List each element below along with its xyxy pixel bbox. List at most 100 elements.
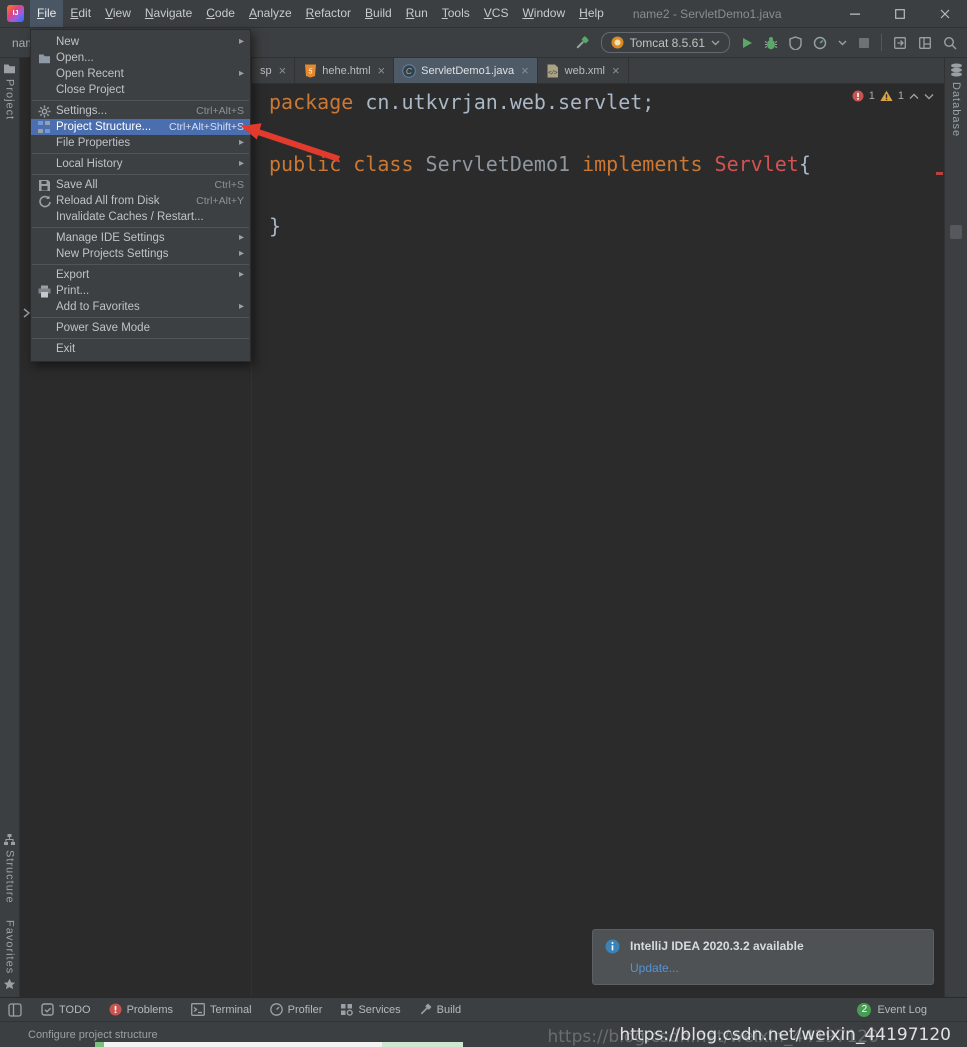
code-line bbox=[269, 118, 944, 149]
notification-update-link[interactable]: Update... bbox=[630, 961, 804, 975]
profiler-button[interactable] bbox=[813, 36, 827, 50]
close-tab-icon[interactable] bbox=[521, 64, 529, 78]
menubar-item[interactable]: Build bbox=[358, 0, 399, 27]
menu-item[interactable]: Power Save Mode bbox=[31, 320, 250, 336]
right-tool-stripe: Database bbox=[944, 58, 967, 997]
folder-icon bbox=[36, 51, 52, 65]
editor-tab[interactable]: C ServletDemo1.java bbox=[394, 58, 538, 83]
menubar-item[interactable]: Tools bbox=[435, 0, 477, 27]
menu-item[interactable]: Settings... Ctrl+Alt+S bbox=[31, 103, 250, 119]
menubar-item[interactable]: Code bbox=[199, 0, 242, 27]
menu-item[interactable]: New bbox=[31, 34, 250, 50]
svg-text:</>: </> bbox=[548, 69, 558, 76]
inspections-widget[interactable]: 1 1 bbox=[852, 90, 934, 102]
editor-tab[interactable]: sp bbox=[252, 58, 295, 83]
editor-tab[interactable]: 5 hehe.html bbox=[295, 58, 394, 83]
tool-stripe-structure[interactable]: Structure bbox=[3, 833, 16, 904]
menu-item[interactable]: Reload All from Disk Ctrl+Alt+Y bbox=[31, 193, 250, 209]
submenu-arrow-icon bbox=[234, 233, 244, 243]
menubar-item[interactable]: VCS bbox=[477, 0, 516, 27]
toolwindow-switcher-icon[interactable] bbox=[8, 1003, 22, 1017]
stop-button[interactable] bbox=[858, 37, 870, 49]
menubar-item[interactable]: File bbox=[30, 0, 63, 27]
statusbar-button[interactable]: Terminal bbox=[182, 998, 261, 1021]
refresh-icon bbox=[36, 194, 52, 208]
submenu-arrow-icon bbox=[234, 159, 244, 169]
warning-count: 1 bbox=[898, 90, 904, 102]
debug-button[interactable] bbox=[764, 36, 778, 50]
menu-item[interactable]: New Projects Settings bbox=[31, 246, 250, 262]
submenu-arrow-icon bbox=[234, 249, 244, 259]
problems-icon bbox=[109, 1003, 122, 1016]
code-line: public class ServletDemo1 implements Ser… bbox=[269, 149, 944, 180]
menubar-item[interactable]: Analyze bbox=[242, 0, 299, 27]
menubar-item[interactable]: Refactor bbox=[299, 0, 358, 27]
menu-item[interactable]: Add to Favorites bbox=[31, 299, 250, 315]
menu-item[interactable]: Project Structure... Ctrl+Alt+Shift+S bbox=[31, 119, 250, 135]
close-button[interactable] bbox=[922, 0, 967, 27]
save-icon bbox=[36, 178, 52, 192]
event-log-button[interactable]: 2 Event Log bbox=[857, 1003, 927, 1017]
editor-column: sp 5 hehe.html C ServletDemo1.java </> bbox=[252, 58, 944, 997]
menu-item[interactable]: Print... bbox=[31, 283, 250, 299]
search-icon[interactable] bbox=[943, 36, 957, 50]
menu-item[interactable]: Close Project bbox=[31, 82, 250, 98]
code-editor[interactable]: package cn.utkvrjan.web.servlet;public c… bbox=[252, 84, 944, 997]
tool-stripe-project[interactable]: Project bbox=[4, 79, 16, 120]
titlebar: IJ FileEditViewNavigateCodeAnalyzeRefact… bbox=[0, 0, 967, 28]
error-stripe-mark[interactable] bbox=[936, 172, 943, 175]
chevron-down-icon bbox=[711, 40, 720, 46]
menubar-item[interactable]: Help bbox=[572, 0, 611, 27]
menu-item[interactable]: Open... bbox=[31, 50, 250, 66]
xml-icon: </> bbox=[546, 64, 560, 78]
run-configuration-label: Tomcat 8.5.61 bbox=[630, 36, 705, 50]
menubar-item[interactable]: Run bbox=[399, 0, 435, 27]
coverage-button[interactable] bbox=[789, 36, 802, 50]
menubar-item[interactable]: Navigate bbox=[138, 0, 199, 27]
statusbar-button[interactable]: Build bbox=[410, 998, 470, 1021]
minimize-button[interactable] bbox=[832, 0, 877, 27]
close-tab-icon[interactable] bbox=[378, 64, 386, 78]
close-tab-icon[interactable] bbox=[612, 64, 620, 78]
profiler-icon bbox=[270, 1003, 283, 1016]
menubar-item[interactable]: View bbox=[98, 0, 138, 27]
code-area: package cn.utkvrjan.web.servlet;public c… bbox=[252, 84, 944, 242]
menu-item[interactable]: File Properties bbox=[31, 135, 250, 151]
menu-divider bbox=[32, 100, 249, 101]
open-in-tool-icon[interactable] bbox=[893, 36, 907, 50]
services-icon bbox=[340, 1003, 353, 1016]
menubar-item[interactable]: Edit bbox=[63, 0, 98, 27]
statusbar-button[interactable]: TODO bbox=[32, 998, 100, 1021]
menu-item[interactable]: Export bbox=[31, 267, 250, 283]
close-tab-icon[interactable] bbox=[279, 64, 287, 78]
tool-stripe-favorites[interactable]: Favorites bbox=[3, 920, 16, 991]
prev-error-icon[interactable] bbox=[909, 93, 919, 100]
window-layout-icon[interactable] bbox=[918, 36, 932, 50]
editor-tabbar: sp 5 hehe.html C ServletDemo1.java </> bbox=[252, 58, 944, 84]
next-error-icon[interactable] bbox=[924, 93, 934, 100]
menu-item[interactable]: Save All Ctrl+S bbox=[31, 177, 250, 193]
menu-item[interactable]: Invalidate Caches / Restart... bbox=[31, 209, 250, 225]
watermark: https://blog.csdn.net/weixin_44197120 bbox=[619, 1025, 951, 1045]
chevron-down-icon[interactable] bbox=[838, 40, 847, 46]
window-controls bbox=[832, 0, 967, 27]
statusbar-button[interactable]: Profiler bbox=[261, 998, 332, 1021]
error-count: 1 bbox=[869, 90, 875, 102]
tool-stripe-database[interactable]: Database bbox=[950, 82, 962, 137]
build-hammer-icon[interactable] bbox=[574, 35, 590, 51]
statusbar-button[interactable]: Problems bbox=[100, 998, 182, 1021]
run-configuration-select[interactable]: Tomcat 8.5.61 bbox=[601, 32, 730, 53]
maximize-button[interactable] bbox=[877, 0, 922, 27]
menu-divider bbox=[32, 317, 249, 318]
menu-item[interactable]: Exit bbox=[31, 341, 250, 357]
menu-item[interactable]: Open Recent bbox=[31, 66, 250, 82]
menu-item[interactable]: Local History bbox=[31, 156, 250, 172]
editor-tab[interactable]: </> web.xml bbox=[538, 58, 629, 83]
tree-expand-chevron-icon[interactable] bbox=[22, 308, 30, 318]
statusbar-button[interactable]: Services bbox=[331, 998, 409, 1021]
menu-item[interactable]: Manage IDE Settings bbox=[31, 230, 250, 246]
submenu-arrow-icon bbox=[234, 37, 244, 47]
run-button[interactable] bbox=[741, 37, 753, 49]
menubar-item[interactable]: Window bbox=[515, 0, 572, 27]
terminal-icon bbox=[191, 1003, 205, 1016]
